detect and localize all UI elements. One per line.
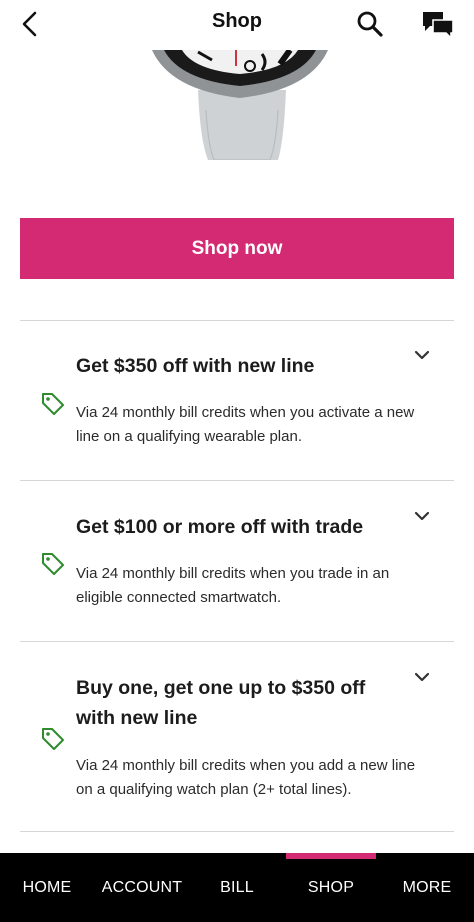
offer-title: Get $100 or more off with trade <box>76 516 364 538</box>
expand-toggle[interactable] <box>410 504 434 528</box>
chat-button[interactable] <box>418 6 458 42</box>
shop-now-button[interactable]: Shop now <box>20 218 454 279</box>
tab-account[interactable]: ACCOUNT <box>92 853 192 922</box>
top-nav-bar: Shop <box>0 0 474 50</box>
search-button[interactable] <box>352 6 388 42</box>
offer-item[interactable]: Get $350 off with new line Via 24 monthl… <box>20 321 454 480</box>
offer-title: Buy one, get one up to $350 off with new… <box>76 677 366 729</box>
search-icon <box>357 11 383 37</box>
page-title: Shop <box>212 10 262 32</box>
tag-icon <box>42 553 64 575</box>
divider <box>20 831 454 832</box>
tag-icon <box>42 728 64 750</box>
expand-toggle[interactable] <box>410 343 434 367</box>
offer-description: Via 24 monthly bill credits when you act… <box>76 404 415 445</box>
smartwatch-image <box>150 50 330 160</box>
offer-description: Via 24 monthly bill credits when you tra… <box>76 565 390 606</box>
chevron-down-icon <box>414 350 430 360</box>
tab-shop[interactable]: SHOP <box>286 853 376 922</box>
offer-item[interactable]: Get $100 or more off with trade Via 24 m… <box>20 481 454 641</box>
offer-title: Get $350 off with new line <box>76 355 315 377</box>
expand-toggle[interactable] <box>410 665 434 689</box>
tag-icon <box>42 393 64 415</box>
tab-home[interactable]: HOME <box>10 853 84 922</box>
tab-bill[interactable]: BILL <box>200 853 274 922</box>
chevron-down-icon <box>414 672 430 682</box>
bottom-tab-bar: HOME ACCOUNT BILL SHOP MORE <box>0 853 474 922</box>
offer-item[interactable]: Buy one, get one up to $350 off with new… <box>20 642 454 831</box>
tab-more[interactable]: MORE <box>390 853 464 922</box>
offer-description: Via 24 monthly bill credits when you add… <box>76 757 416 798</box>
chat-bubbles-icon <box>423 12 454 38</box>
chevron-down-icon <box>414 511 430 521</box>
